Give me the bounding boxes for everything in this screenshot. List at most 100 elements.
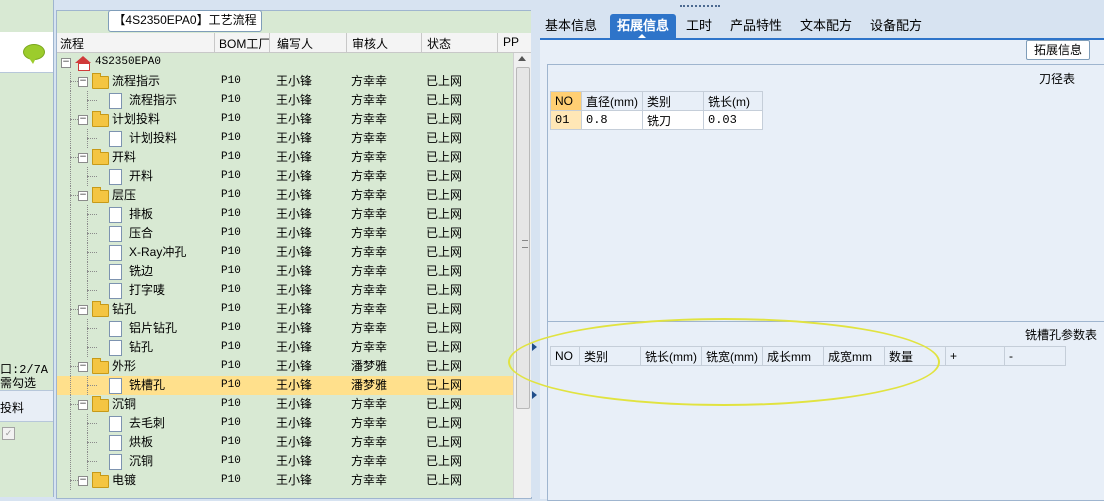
tab-product-features[interactable]: 产品特性 [728,14,784,38]
table-row[interactable]: − 外形 P10 王小锋 潘梦雅 已上网 [57,357,513,376]
expand-toggle-icon[interactable]: − [61,58,71,68]
tree-node-label[interactable]: 层压 [112,186,136,205]
tree-node-label[interactable]: 去毛刺 [129,414,165,433]
extended-info-button[interactable]: 拓展信息 [1026,40,1090,60]
scroll-up-icon[interactable] [518,56,526,61]
tree-node-label[interactable]: 沉铜 [112,395,136,414]
table-row[interactable]: − 钻孔 P10 王小锋 方幸幸 已上网 [57,300,513,319]
tree-node-label[interactable]: X-Ray冲孔 [129,243,186,262]
table-row[interactable]: − 层压 P10 王小锋 方幸幸 已上网 [57,186,513,205]
expand-toggle-icon[interactable]: − [78,115,88,125]
expand-toggle-icon[interactable]: − [78,305,88,315]
table-row[interactable]: X-Ray冲孔 P10 王小锋 方幸幸 已上网 [57,243,513,262]
mill-col-length[interactable]: 铣长(mm) [640,346,702,366]
tree-scrollbar[interactable] [513,53,531,498]
tree-node-label[interactable]: 压合 [129,224,153,243]
tree-node-label[interactable]: 计划投料 [112,110,160,129]
knife-cell-type[interactable]: 铣刀 [642,110,704,130]
table-row[interactable]: 去毛刺 P10 王小锋 方幸幸 已上网 [57,414,513,433]
tree-node-label[interactable]: 钻孔 [129,338,153,357]
tab-text-recipe[interactable]: 文本配方 [798,14,854,38]
tree-cell-writer: 王小锋 [276,207,313,221]
table-row[interactable]: − 开料 P10 王小锋 方幸幸 已上网 [57,148,513,167]
tree-node-label[interactable]: 打字唛 [129,281,165,300]
mill-add-button[interactable]: + [945,346,1005,366]
tree-cell-factory: P10 [221,360,241,372]
col-pp[interactable]: PP [503,35,519,49]
mill-col-no[interactable]: NO [550,346,580,366]
col-reviewer[interactable]: 审核人 [352,35,388,52]
tree-node-label[interactable]: 铣边 [129,262,153,281]
panel-splitter[interactable] [531,0,539,497]
scroll-thumb[interactable] [516,67,530,409]
tab-work-hours[interactable]: 工时 [684,14,714,38]
tab-equipment-recipe[interactable]: 设备配方 [868,14,924,38]
mill-col-type[interactable]: 类别 [579,346,641,366]
mill-col-width[interactable]: 铣宽(mm) [701,346,763,366]
tree-cell-status: 已上网 [426,245,463,259]
tree-node-label[interactable]: 开料 [129,167,153,186]
table-row[interactable]: 流程指示 P10 王小锋 方幸幸 已上网 [57,91,513,110]
collapse-arrow-icon[interactable] [532,343,537,351]
table-row[interactable]: 开料 P10 王小锋 方幸幸 已上网 [57,167,513,186]
knife-col-diameter[interactable]: 直径(mm) [581,91,643,111]
table-row[interactable]: − 4S2350EPA0 [57,53,513,72]
expand-toggle-icon[interactable]: − [78,476,88,486]
mill-col-finish-length[interactable]: 成长mm [762,346,824,366]
table-row[interactable]: 沉铜 P10 王小锋 方幸幸 已上网 [57,452,513,471]
tree-node-label[interactable]: 铣槽孔 [129,376,165,395]
tree-node-label[interactable]: 流程指示 [112,72,160,91]
table-row[interactable]: − 沉铜 P10 王小锋 方幸幸 已上网 [57,395,513,414]
knife-cell-length[interactable]: 0.03 [703,110,763,130]
left-panel-toolbar [0,32,53,73]
tree-cell-writer: 王小锋 [276,245,313,259]
knife-cell-no[interactable]: 01 [550,110,582,130]
collapse-arrow-icon[interactable] [532,391,537,399]
knife-col-type[interactable]: 类别 [642,91,704,111]
table-row[interactable]: 烘板 P10 王小锋 方幸幸 已上网 [57,433,513,452]
expand-toggle-icon[interactable]: − [78,77,88,87]
col-bom-factory[interactable]: BOM工厂 [219,35,270,52]
col-status[interactable]: 状态 [427,35,451,52]
table-row[interactable]: − 计划投料 P10 王小锋 方幸幸 已上网 [57,110,513,129]
table-row[interactable]: 铝片钻孔 P10 王小锋 方幸幸 已上网 [57,319,513,338]
col-writer[interactable]: 编写人 [277,35,313,52]
tree-cell-reviewer: 方幸幸 [351,397,388,411]
mill-col-finish-width[interactable]: 成宽mm [823,346,885,366]
table-row[interactable]: − 电镀 P10 王小锋 方幸幸 已上网 [57,471,513,490]
expand-toggle-icon[interactable]: − [78,153,88,163]
tree-node-label[interactable]: 钻孔 [112,300,136,319]
table-row[interactable]: 计划投料 P10 王小锋 方幸幸 已上网 [57,129,513,148]
table-row[interactable]: 打字唛 P10 王小锋 方幸幸 已上网 [57,281,513,300]
col-process[interactable]: 流程 [60,35,84,52]
table-row[interactable]: 铣边 P10 王小锋 方幸幸 已上网 [57,262,513,281]
tree-node-label[interactable]: 排板 [129,205,153,224]
tree-node-label[interactable]: 烘板 [129,433,153,452]
tree-node-label[interactable]: 4S2350EPA0 [95,53,161,72]
table-row[interactable]: 钻孔 P10 王小锋 方幸幸 已上网 [57,338,513,357]
mill-col-quantity[interactable]: 数量 [884,346,946,366]
knife-col-length[interactable]: 铣长(m) [703,91,763,111]
tree-node-label[interactable]: 开料 [112,148,136,167]
tree-node-label[interactable]: 铝片钻孔 [129,319,177,338]
expand-toggle-icon[interactable]: − [78,362,88,372]
expand-toggle-icon[interactable]: − [78,400,88,410]
knife-cell-diameter[interactable]: 0.8 [581,110,643,130]
tree-node-label[interactable]: 电镀 [112,471,136,490]
mill-remove-button[interactable]: - [1004,346,1066,366]
tree-node-label[interactable]: 沉铜 [129,452,153,471]
tree-node-label[interactable]: 计划投料 [129,129,177,148]
tree-node-label[interactable]: 外形 [112,357,136,376]
table-row[interactable]: 铣槽孔 P10 王小锋 潘梦雅 已上网 [57,376,513,395]
table-row[interactable]: 压合 P10 王小锋 方幸幸 已上网 [57,224,513,243]
table-row[interactable]: − 流程指示 P10 王小锋 方幸幸 已上网 [57,72,513,91]
tree-node-label[interactable]: 流程指示 [129,91,177,110]
tree-cell-status: 已上网 [426,378,463,392]
tab-basic-info[interactable]: 基本信息 [542,14,600,38]
tree-cell-factory: P10 [221,189,241,201]
chat-bubble-icon[interactable] [23,44,45,64]
expand-toggle-icon[interactable]: − [78,191,88,201]
left-panel-checkbox[interactable]: ✓ [2,427,15,440]
table-row[interactable]: 排板 P10 王小锋 方幸幸 已上网 [57,205,513,224]
knife-col-no[interactable]: NO [550,91,582,111]
